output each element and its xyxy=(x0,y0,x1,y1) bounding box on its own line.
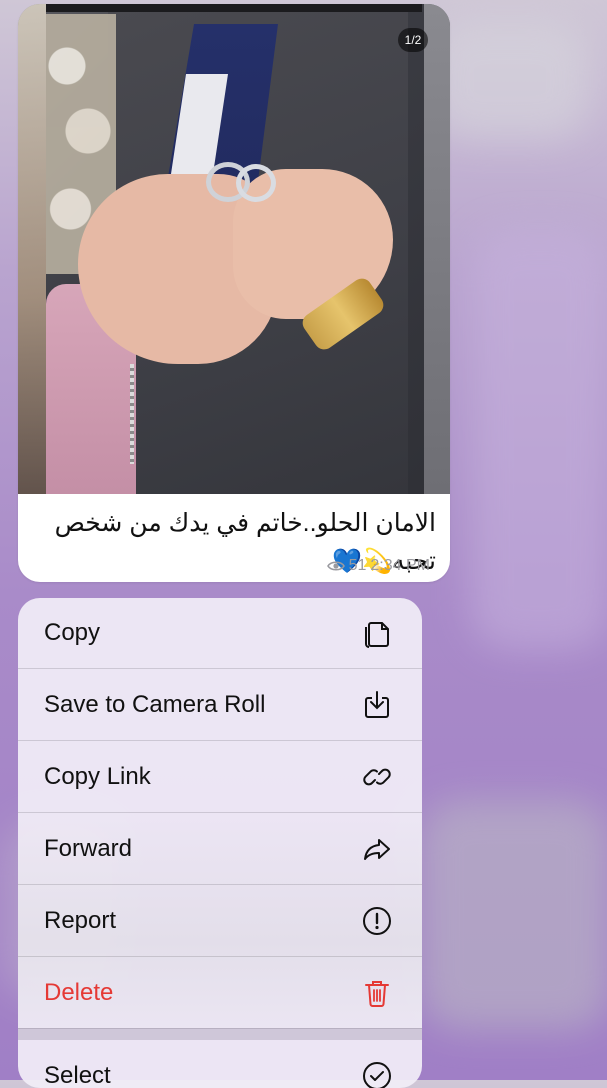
menu-item-select[interactable]: Select xyxy=(18,1040,422,1088)
save-download-icon xyxy=(360,688,394,722)
menu-item-report[interactable]: Report xyxy=(18,886,422,957)
background-blur xyxy=(420,800,607,1030)
menu-item-label: Report xyxy=(44,907,116,935)
menu-item-label: Copy Link xyxy=(44,763,151,791)
message-time: 2:34 PM xyxy=(370,557,430,575)
menu-item-label: Copy xyxy=(44,619,100,647)
copy-icon xyxy=(360,616,394,650)
views-eye-icon xyxy=(327,560,345,572)
forward-arrow-icon xyxy=(360,832,394,866)
menu-item-label: Select xyxy=(44,1062,111,1088)
menu-item-forward[interactable]: Forward xyxy=(18,814,422,885)
menu-item-label: Save to Camera Roll xyxy=(44,691,265,719)
link-icon xyxy=(360,760,394,794)
media-counter-badge: 1/2 xyxy=(398,28,428,52)
checkmark-circle-icon xyxy=(360,1059,394,1088)
trash-icon xyxy=(360,976,394,1010)
menu-item-copy-link[interactable]: Copy Link xyxy=(18,742,422,813)
exclamation-circle-icon xyxy=(360,904,394,938)
background-blur xyxy=(470,230,607,650)
menu-item-copy[interactable]: Copy xyxy=(18,598,422,669)
menu-item-label: Delete xyxy=(44,979,113,1007)
menu-item-save-to-camera-roll[interactable]: Save to Camera Roll xyxy=(18,670,422,741)
background-blur xyxy=(430,20,590,140)
menu-separator xyxy=(18,1028,422,1040)
view-count: 51 xyxy=(349,557,367,575)
menu-item-delete[interactable]: Delete xyxy=(18,958,422,1029)
context-menu: Copy Save to Camera Roll Copy Link xyxy=(18,598,422,1088)
menu-item-label: Forward xyxy=(44,835,132,863)
message-bubble[interactable]: 1/2 الامان الحلو..خاتم في يدك من شخص تحب… xyxy=(18,4,450,582)
message-photo[interactable]: 1/2 xyxy=(18,4,450,494)
message-meta: 51 2:34 PM xyxy=(327,557,430,575)
